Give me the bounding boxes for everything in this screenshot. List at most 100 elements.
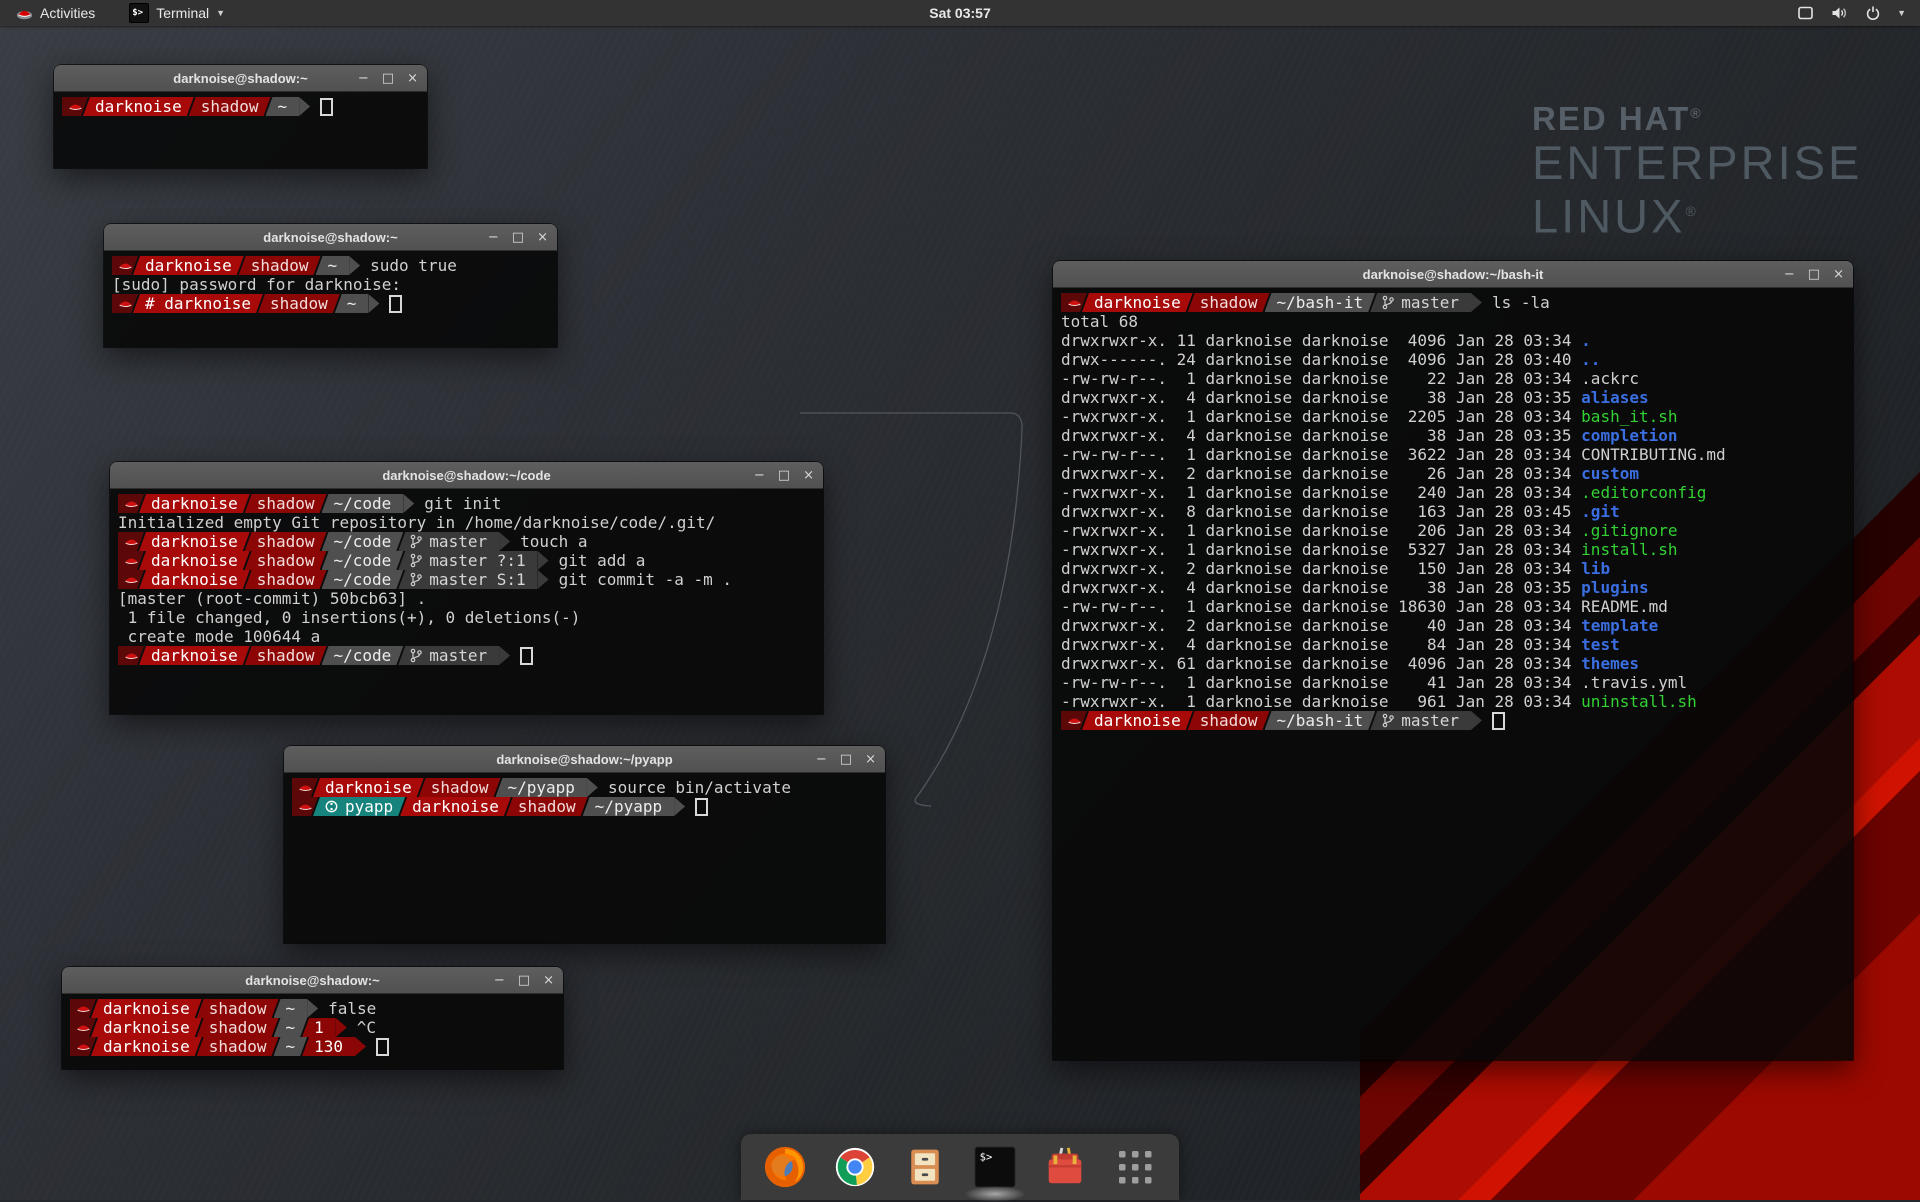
file-name: aliases (1581, 388, 1648, 407)
redhat-prompt-icon (298, 782, 313, 794)
terminal-output-line: Initialized empty Git repository in /hom… (118, 513, 823, 532)
maximize-button[interactable]: □ (778, 462, 790, 489)
terminal-titlebar[interactable]: darknoise@shadow:~/pyapp−□× (284, 746, 885, 773)
prompt-segment-exit: 130 (302, 1037, 355, 1056)
file-meta: -rw-rw-r--. 1 darknoise darknoise 18630 … (1061, 597, 1581, 616)
prompt-segment-user: darknoise (91, 1018, 202, 1037)
prompt-segment-exit: 1 (302, 1018, 336, 1037)
terminal-output-line: [master (root-commit) 50bcb63] . (118, 589, 823, 608)
minimize-button[interactable]: − (1784, 261, 1795, 288)
maximize-button[interactable]: □ (1808, 261, 1820, 288)
minimize-button[interactable]: − (754, 462, 765, 489)
prompt-segment-path: ~/code (322, 532, 404, 551)
dock-app-grid-icon[interactable] (1111, 1143, 1159, 1191)
terminal-prompt-line: darknoiseshadow~/pyappsource bin/activat… (292, 778, 885, 797)
close-button[interactable]: × (543, 967, 554, 994)
maximize-button[interactable]: □ (382, 65, 394, 92)
file-meta: drwxrwxr-x. 2 darknoise darknoise 26 Jan… (1061, 464, 1581, 483)
terminal-prompt-line: darknoiseshadow~/codemaster ?:1git add a (118, 551, 823, 570)
prompt-segment-host: shadow (245, 532, 327, 551)
redhat-prompt-icon (124, 536, 139, 548)
window-controls: −□ × (754, 462, 814, 489)
prompt-segment-host: shadow (1188, 293, 1270, 312)
prompt-segment-path: ~/bash-it (1265, 711, 1376, 730)
prompt-segment-path: ~/code (322, 551, 404, 570)
terminal-cursor (389, 295, 402, 313)
maximize-button[interactable]: □ (512, 224, 524, 251)
file-name: completion (1581, 426, 1677, 445)
terminal-window-exitcodes: darknoise@shadow:~−□×darknoiseshadow~fal… (62, 967, 563, 1069)
prompt-segment-host: shadow (245, 570, 327, 589)
terminal-screen[interactable]: darknoiseshadow~/codegit initInitialized… (110, 489, 823, 714)
prompt-segment-user: # darknoise (133, 294, 263, 313)
window-controls: −□ × (816, 746, 876, 773)
prompt-segment-path: ~/code (322, 570, 404, 589)
minimize-button[interactable]: − (816, 746, 827, 773)
activities-button[interactable]: Activities (8, 0, 103, 26)
terminal-titlebar[interactable]: darknoise@shadow:~−□× (104, 224, 557, 251)
close-button[interactable]: × (537, 224, 548, 251)
file-meta: -rw-rw-r--. 1 darknoise darknoise 3622 J… (1061, 445, 1581, 464)
file-name: bash_it.sh (1581, 407, 1677, 426)
terminal-prompt-line: # darknoiseshadow~ (112, 294, 557, 313)
close-button[interactable]: × (1833, 261, 1844, 288)
prompt-segment-user: darknoise (91, 1037, 202, 1056)
file-meta: drwxrwxr-x. 4 darknoise darknoise 38 Jan… (1061, 388, 1581, 407)
terminal-screen[interactable]: darknoiseshadow~sudo true[sudo] password… (104, 251, 557, 347)
file-name: plugins (1581, 578, 1648, 597)
prompt-arrow-icon (499, 532, 510, 551)
file-meta: drwxrwxr-x. 61 darknoise darknoise 4096 … (1061, 654, 1581, 673)
minimize-button[interactable]: − (358, 65, 369, 92)
prompt-arrow-icon (349, 256, 360, 275)
terminal-titlebar[interactable]: darknoise@shadow:~−□× (62, 967, 563, 994)
dock-firefox-icon[interactable] (761, 1143, 809, 1191)
terminal-screen[interactable]: darknoiseshadow~/bash-itmasterls -latota… (1053, 288, 1853, 1060)
file-list-row: -rwxrwxr-x. 1 darknoise darknoise 961 Ja… (1061, 692, 1853, 711)
terminal-titlebar[interactable]: darknoise@shadow:~−□× (54, 65, 427, 92)
redhat-prompt-icon (118, 298, 133, 310)
dock-terminal-icon[interactable]: $> (971, 1143, 1019, 1191)
file-list-row: drwx------. 24 darknoise darknoise 4096 … (1061, 350, 1853, 369)
dock: $> (741, 1134, 1179, 1200)
redhat-prompt-icon (118, 260, 133, 272)
dock-toolbox-icon[interactable] (1041, 1143, 1089, 1191)
window-title: darknoise@shadow:~/bash-it (1363, 267, 1544, 282)
close-button[interactable]: × (865, 746, 876, 773)
file-meta: drwxrwxr-x. 2 darknoise darknoise 150 Ja… (1061, 559, 1581, 578)
terminal-prompt-line: darknoiseshadow~/bash-itmasterls -la (1061, 293, 1853, 312)
close-button[interactable]: × (407, 65, 418, 92)
redhat-prompt-icon (124, 574, 139, 586)
minimize-button[interactable]: − (488, 224, 499, 251)
file-name: README.md (1581, 597, 1668, 616)
terminal-prompt-line: darknoiseshadow~sudo true (112, 256, 557, 275)
prompt-segment-path: ~ (274, 999, 308, 1018)
file-list-row: -rw-rw-r--. 1 darknoise darknoise 22 Jan… (1061, 369, 1853, 388)
maximize-button[interactable]: □ (518, 967, 530, 994)
file-meta: drwxrwxr-x. 4 darknoise darknoise 38 Jan… (1061, 578, 1581, 597)
terminal-titlebar[interactable]: darknoise@shadow:~/bash-it −□ × (1053, 261, 1853, 288)
dock-chrome-icon[interactable] (831, 1143, 879, 1191)
prompt-segment-host: shadow (419, 778, 501, 797)
file-list-row: drwxrwxr-x. 61 darknoise darknoise 4096 … (1061, 654, 1853, 673)
terminal-cursor (376, 1038, 389, 1056)
file-list-row: drwxrwxr-x. 8 darknoise darknoise 163 Ja… (1061, 502, 1853, 521)
close-button[interactable]: × (803, 462, 814, 489)
clock[interactable]: Sat 03:57 (0, 5, 1920, 21)
terminal-titlebar[interactable]: darknoise@shadow:~/code−□× (110, 462, 823, 489)
terminal-screen[interactable]: darknoiseshadow~/pyappsource bin/activat… (284, 773, 885, 943)
volume-icon[interactable] (1830, 5, 1849, 21)
screen-share-icon[interactable] (1797, 5, 1814, 21)
terminal-screen[interactable]: darknoiseshadow~ (54, 92, 427, 168)
chevron-down-icon[interactable]: ▼ (1897, 8, 1906, 18)
power-icon[interactable] (1865, 5, 1881, 21)
minimize-button[interactable]: − (494, 967, 505, 994)
prompt-segment-path: ~/pyapp (496, 778, 587, 797)
focused-app-indicator[interactable]: $> Terminal ▼ (123, 0, 231, 26)
window-controls: −□ × (358, 65, 418, 92)
prompt-segment-path: ~ (274, 1018, 308, 1037)
maximize-button[interactable]: □ (840, 746, 852, 773)
window-controls: −□ × (494, 967, 554, 994)
dock-files-icon[interactable] (901, 1143, 949, 1191)
terminal-screen[interactable]: darknoiseshadow~falsedarknoiseshadow~1^C… (62, 994, 563, 1069)
redhat-prompt-icon (124, 498, 139, 510)
